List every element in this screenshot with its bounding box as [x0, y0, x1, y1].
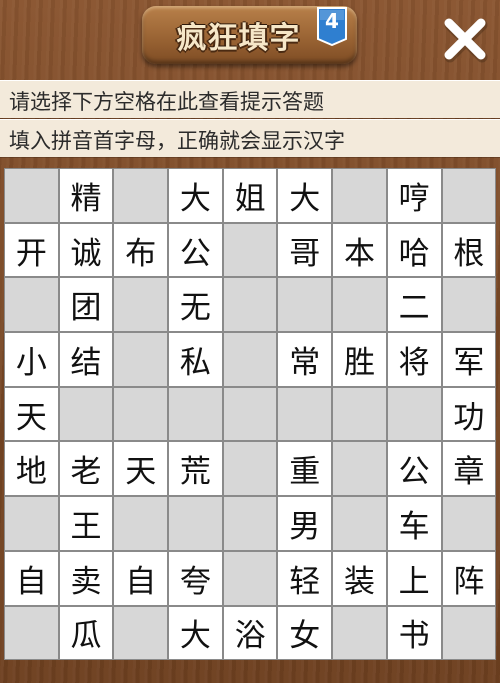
level-number: 4	[325, 9, 339, 33]
filled-cell[interactable]: 诚	[59, 223, 113, 277]
filled-cell[interactable]: 卖	[59, 551, 113, 605]
filled-cell[interactable]: 王	[59, 497, 113, 550]
filled-cell[interactable]: 小	[5, 333, 58, 386]
empty-cell[interactable]	[114, 169, 168, 222]
filled-cell[interactable]: 公	[387, 442, 441, 496]
filled-cell[interactable]: 天	[114, 442, 168, 496]
empty-cell[interactable]	[333, 497, 386, 550]
filled-cell[interactable]: 常	[278, 333, 332, 386]
filled-cell[interactable]: 布	[114, 223, 168, 277]
filled-cell[interactable]: 浴	[223, 606, 277, 660]
crossword-board: 精大姐大哼开诚布公哥本哈根团无二小结私常胜将军天功地老天荒重公章王男车自卖自夸轻…	[4, 168, 496, 660]
filled-cell[interactable]: 荒	[169, 442, 222, 496]
empty-cell[interactable]	[223, 551, 277, 605]
filled-cell[interactable]: 开	[5, 223, 58, 277]
hint-text-2: 填入拼音首字母，正确就会显示汉字	[9, 129, 345, 153]
filled-cell[interactable]: 装	[333, 551, 386, 605]
empty-cell[interactable]	[333, 442, 386, 496]
empty-cell[interactable]	[442, 278, 496, 332]
empty-cell[interactable]	[5, 169, 58, 222]
empty-cell[interactable]	[114, 387, 168, 441]
close-button[interactable]	[440, 14, 490, 64]
empty-cell[interactable]	[278, 278, 332, 332]
empty-cell[interactable]	[169, 497, 222, 550]
empty-cell[interactable]	[223, 497, 277, 550]
filled-cell[interactable]: 哈	[387, 223, 441, 277]
filled-cell[interactable]: 团	[59, 278, 113, 332]
empty-cell[interactable]	[114, 497, 168, 550]
filled-cell[interactable]: 夸	[169, 551, 222, 605]
filled-cell[interactable]: 根	[442, 223, 496, 277]
filled-cell[interactable]: 无	[169, 278, 222, 332]
empty-cell[interactable]	[169, 387, 222, 441]
filled-cell[interactable]: 军	[442, 333, 496, 386]
empty-cell[interactable]	[114, 333, 168, 386]
filled-cell[interactable]: 轻	[278, 551, 332, 605]
empty-cell[interactable]	[333, 606, 386, 660]
filled-cell[interactable]: 女	[278, 606, 332, 660]
filled-cell[interactable]: 精	[59, 169, 113, 222]
filled-cell[interactable]: 地	[5, 442, 58, 496]
empty-cell[interactable]	[333, 387, 386, 441]
crossword-grid: 精大姐大哼开诚布公哥本哈根团无二小结私常胜将军天功地老天荒重公章王男车自卖自夸轻…	[4, 168, 496, 660]
filled-cell[interactable]: 男	[278, 497, 332, 550]
close-icon	[444, 18, 488, 63]
empty-cell[interactable]	[114, 278, 168, 332]
filled-cell[interactable]: 胜	[333, 333, 386, 386]
filled-cell[interactable]: 姐	[223, 169, 277, 222]
filled-cell[interactable]: 书	[387, 606, 441, 660]
filled-cell[interactable]: 自	[5, 551, 58, 605]
empty-cell[interactable]	[5, 278, 58, 332]
empty-cell[interactable]	[223, 278, 277, 332]
empty-cell[interactable]	[223, 387, 277, 441]
filled-cell[interactable]: 大	[278, 169, 332, 222]
filled-cell[interactable]: 大	[169, 606, 222, 660]
filled-cell[interactable]: 阵	[442, 551, 496, 605]
filled-cell[interactable]: 哥	[278, 223, 332, 277]
empty-cell[interactable]	[223, 442, 277, 496]
filled-cell[interactable]: 自	[114, 551, 168, 605]
hint-text-1: 请选择下方空格在此查看提示答题	[9, 90, 324, 114]
hint-bar-1: 请选择下方空格在此查看提示答题	[0, 80, 500, 118]
hint-bar-2: 填入拼音首字母，正确就会显示汉字	[0, 119, 500, 157]
empty-cell[interactable]	[5, 497, 58, 550]
empty-cell[interactable]	[333, 169, 386, 222]
filled-cell[interactable]: 公	[169, 223, 222, 277]
game-title: 疯狂填字	[176, 21, 301, 56]
filled-cell[interactable]: 将	[387, 333, 441, 386]
empty-cell[interactable]	[59, 387, 113, 441]
empty-cell[interactable]	[333, 278, 386, 332]
empty-cell[interactable]	[442, 169, 496, 222]
empty-cell[interactable]	[442, 606, 496, 660]
empty-cell[interactable]	[278, 387, 332, 441]
filled-cell[interactable]: 章	[442, 442, 496, 496]
filled-cell[interactable]: 上	[387, 551, 441, 605]
filled-cell[interactable]: 二	[387, 278, 441, 332]
filled-cell[interactable]: 功	[442, 387, 496, 441]
filled-cell[interactable]: 大	[169, 169, 222, 222]
empty-cell[interactable]	[223, 223, 277, 277]
filled-cell[interactable]: 本	[333, 223, 386, 277]
filled-cell[interactable]: 哼	[387, 169, 441, 222]
filled-cell[interactable]: 天	[5, 387, 58, 441]
empty-cell[interactable]	[5, 606, 58, 660]
level-badge: 4	[315, 6, 349, 47]
empty-cell[interactable]	[387, 387, 441, 441]
filled-cell[interactable]: 老	[59, 442, 113, 496]
filled-cell[interactable]: 结	[59, 333, 113, 386]
filled-cell[interactable]: 私	[169, 333, 222, 386]
filled-cell[interactable]: 车	[387, 497, 441, 550]
empty-cell[interactable]	[223, 333, 277, 386]
empty-cell[interactable]	[114, 606, 168, 660]
filled-cell[interactable]: 重	[278, 442, 332, 496]
filled-cell[interactable]: 瓜	[59, 606, 113, 660]
header-bar: 疯狂填字 4	[0, 0, 500, 78]
empty-cell[interactable]	[442, 497, 496, 550]
